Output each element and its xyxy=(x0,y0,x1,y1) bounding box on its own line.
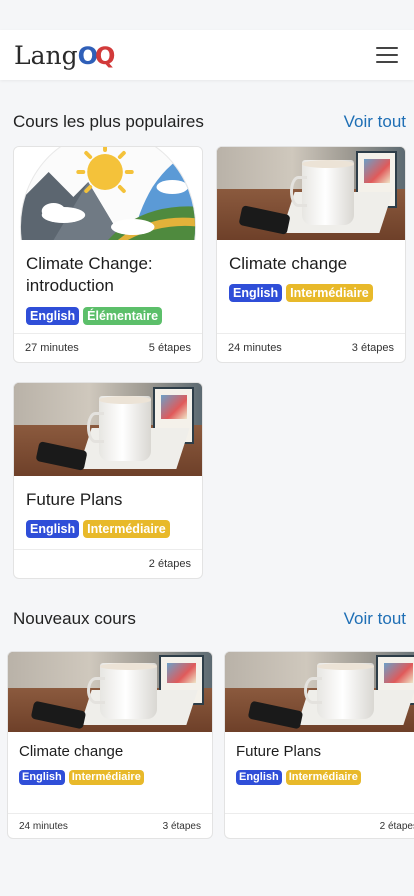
course-tags: English Intermédiaire xyxy=(26,520,190,538)
course-card-future-plans[interactable]: Future Plans English Intermédiaire 2 éta… xyxy=(13,382,203,579)
course-tags: English Intermédiaire xyxy=(229,284,393,302)
course-image-coffee-mug xyxy=(8,652,212,732)
tag-level: Intermédiaire xyxy=(68,770,144,785)
hamburger-icon[interactable] xyxy=(376,47,398,63)
course-card-body: Climate change English Intermédiaire xyxy=(8,732,212,813)
popular-section-title: Cours les plus populaires xyxy=(13,112,204,131)
langoq-logo[interactable]: Lang O Q xyxy=(14,41,115,70)
course-steps: 2 étapes xyxy=(148,558,191,570)
course-card-body: Future Plans English Intermédiaire xyxy=(14,476,202,549)
course-steps: 3 étapes xyxy=(162,820,201,832)
tag-language: English xyxy=(26,307,80,325)
navbar: Lang O Q xyxy=(0,30,414,80)
course-steps: 2 étapes xyxy=(379,820,414,832)
hamburger-line xyxy=(376,47,398,49)
course-duration: 24 minutes xyxy=(19,820,68,832)
logo-q: Q xyxy=(95,41,116,70)
course-duration: 24 minutes xyxy=(228,342,282,354)
course-card-climate-intro[interactable]: Climate Change: introduction English Élé… xyxy=(13,146,203,363)
course-title: Future Plans xyxy=(26,490,123,509)
top-gap xyxy=(0,0,414,30)
tag-language: English xyxy=(26,520,80,538)
course-title: Climate change xyxy=(229,254,348,273)
new-section-header: Nouveaux cours Voir tout xyxy=(0,609,414,629)
course-image-climate-illustration xyxy=(14,147,202,240)
course-card-climate-change-new[interactable]: Climate change English Intermédiaire 24 … xyxy=(7,651,213,839)
tag-language: English xyxy=(19,770,65,785)
tag-language: English xyxy=(229,284,283,302)
course-tags: English Élémentaire xyxy=(26,307,190,325)
course-steps: 5 étapes xyxy=(148,342,191,354)
course-title: Climate change xyxy=(19,743,124,760)
course-card-body: Climate change English Intermédiaire xyxy=(217,240,405,333)
logo-oq: O Q xyxy=(78,42,116,70)
course-card-footer: 2 étapes xyxy=(14,549,202,578)
popular-see-all-link[interactable]: Voir tout xyxy=(344,112,406,132)
hamburger-line xyxy=(376,61,398,63)
course-card-footer: 24 minutes 3 étapes xyxy=(8,813,212,838)
new-see-all-link[interactable]: Voir tout xyxy=(344,609,406,629)
tag-level: Intermédiaire xyxy=(83,520,170,538)
tag-level: Élémentaire xyxy=(83,307,163,325)
course-tags: English Intermédiaire xyxy=(19,770,201,785)
popular-course-grid: Climate Change: introduction English Élé… xyxy=(0,146,414,363)
new-section-title: Nouveaux cours xyxy=(13,609,136,628)
course-card-climate-change[interactable]: Climate change English Intermédiaire 24 … xyxy=(216,146,406,363)
tag-level: Intermédiaire xyxy=(286,284,373,302)
course-title: Future Plans xyxy=(236,743,322,760)
course-card-body: Future Plans English Intermédiaire xyxy=(225,732,414,813)
course-card-footer: 27 minutes 5 étapes xyxy=(14,333,202,362)
course-steps: 3 étapes xyxy=(351,342,394,354)
course-image-coffee-mug xyxy=(14,383,202,476)
course-card-future-plans-new[interactable]: Future Plans English Intermédiaire 2 éta… xyxy=(224,651,414,839)
course-duration: 27 minutes xyxy=(25,342,79,354)
course-tags: English Intermédiaire xyxy=(236,770,414,785)
popular-course-grid-row2: Future Plans English Intermédiaire 2 éta… xyxy=(0,382,414,579)
tag-level: Intermédiaire xyxy=(285,770,361,785)
hamburger-line xyxy=(376,54,398,56)
course-card-body: Climate Change: introduction English Élé… xyxy=(14,240,202,333)
new-course-carousel[interactable]: Climate change English Intermédiaire 24 … xyxy=(0,651,414,839)
logo-text: Lang xyxy=(14,40,78,70)
course-card-footer: 2 étapes xyxy=(225,813,414,838)
course-title: Climate Change: introduction xyxy=(26,254,153,295)
popular-section-header: Cours les plus populaires Voir tout xyxy=(0,112,414,132)
course-card-footer: 24 minutes 3 étapes xyxy=(217,333,405,362)
course-image-coffee-mug xyxy=(225,652,414,732)
tag-language: English xyxy=(236,770,282,785)
course-image-coffee-mug xyxy=(217,147,405,240)
